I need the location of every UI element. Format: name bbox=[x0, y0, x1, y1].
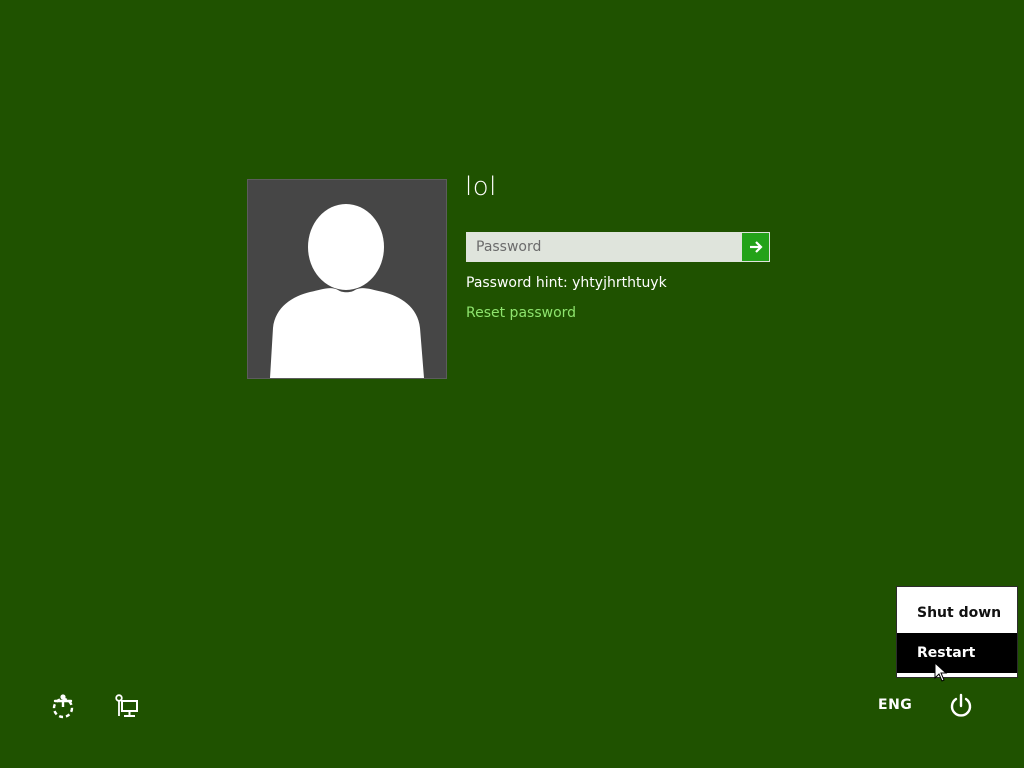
password-input[interactable] bbox=[467, 233, 741, 261]
language-indicator[interactable]: ENG bbox=[878, 697, 912, 713]
arrow-right-icon bbox=[749, 241, 763, 253]
menu-item-shut-down[interactable]: Shut down bbox=[897, 593, 1017, 633]
password-hint: Password hint: yhtyjhrthtuyk bbox=[466, 275, 667, 291]
ease-of-access-icon bbox=[52, 694, 74, 719]
network-icon bbox=[115, 694, 138, 717]
power-button[interactable] bbox=[946, 691, 976, 721]
mouse-cursor-icon bbox=[934, 662, 948, 682]
ease-of-access-button[interactable] bbox=[48, 691, 78, 721]
power-icon bbox=[950, 693, 972, 717]
network-button[interactable] bbox=[112, 691, 142, 721]
user-silhouette-icon bbox=[270, 204, 424, 378]
user-name: lol bbox=[465, 172, 497, 202]
power-menu: Shut down Restart bbox=[896, 586, 1018, 678]
menu-item-restart[interactable]: Restart bbox=[897, 633, 1017, 673]
submit-button[interactable] bbox=[741, 233, 769, 261]
reset-password-link[interactable]: Reset password bbox=[466, 305, 576, 321]
password-box bbox=[466, 232, 770, 262]
user-avatar bbox=[247, 179, 447, 379]
lock-screen: lol Password hint: yhtyjhrthtuyk Reset p… bbox=[0, 0, 1024, 768]
